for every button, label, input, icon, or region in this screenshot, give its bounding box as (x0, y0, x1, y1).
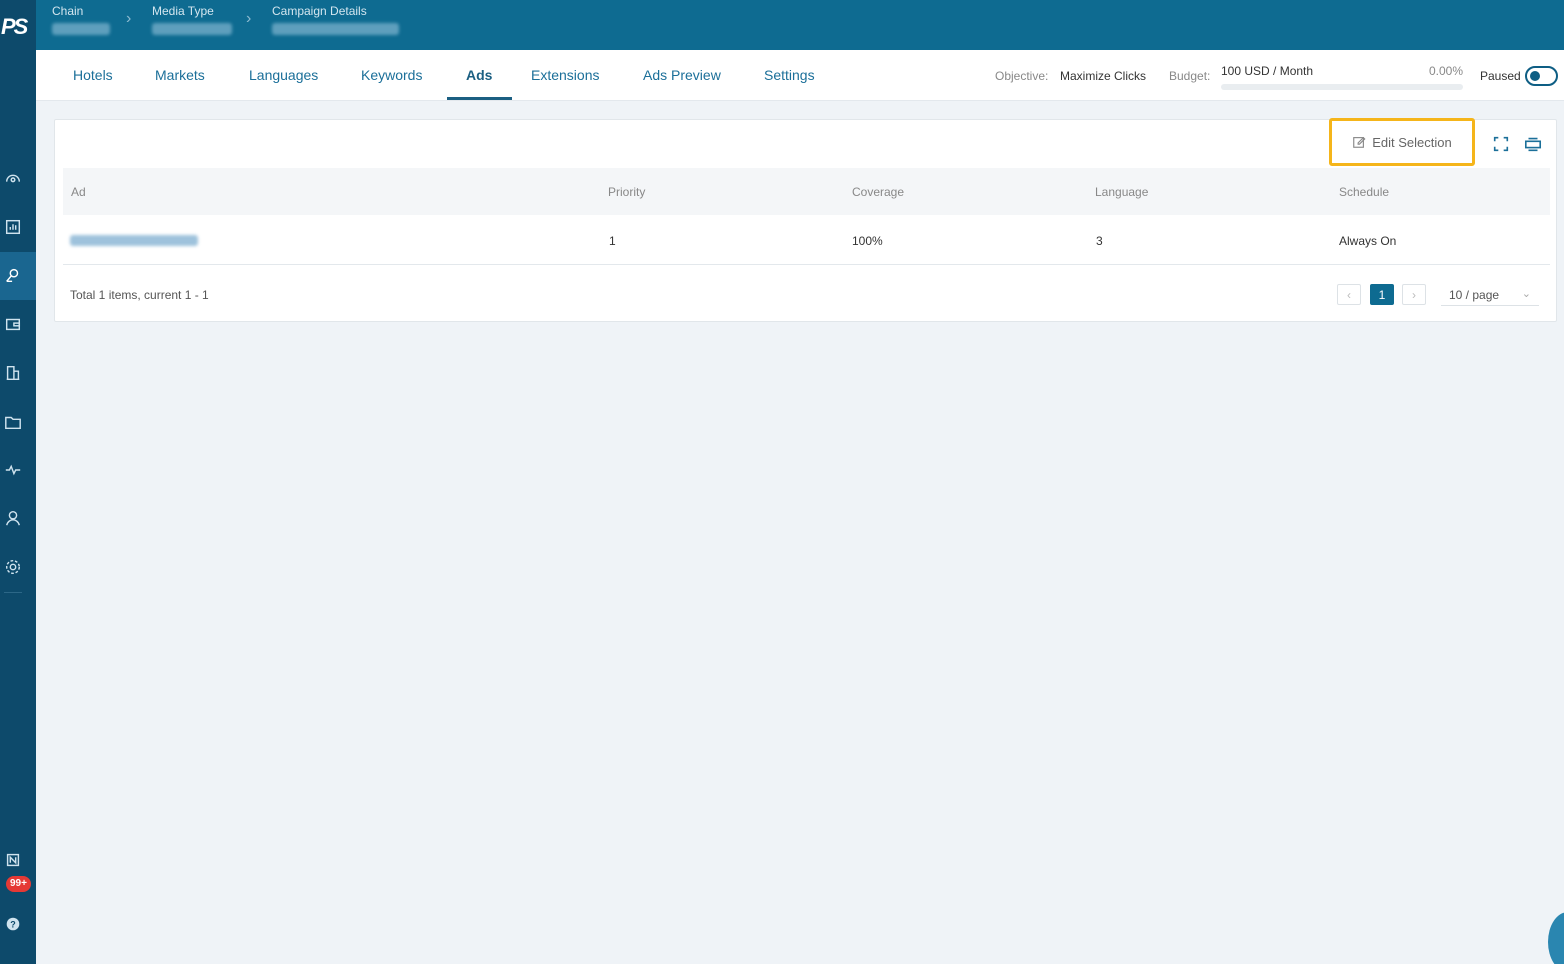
column-header-priority[interactable]: Priority (608, 185, 645, 199)
tab-keywords[interactable]: Keywords (361, 67, 422, 83)
app-logo: PS (1, 14, 28, 39)
edit-selection-label: Edit Selection (1372, 134, 1452, 150)
edit-selection-button[interactable]: Edit Selection (1329, 118, 1475, 166)
breadcrumb-chain[interactable]: Chain (52, 4, 110, 35)
breadcrumb-media-type[interactable]: Media Type (152, 4, 232, 35)
header-bar: Chain › Media Type › Campaign Details (36, 0, 1564, 50)
paused-toggle[interactable] (1525, 66, 1558, 86)
wallet-icon[interactable] (2, 313, 24, 335)
reports-icon[interactable] (2, 216, 24, 238)
column-header-coverage[interactable]: Coverage (852, 185, 904, 199)
pagination-summary: Total 1 items, current 1 - 1 (70, 288, 209, 302)
tab-markets[interactable]: Markets (155, 67, 205, 83)
campaigns-icon[interactable] (2, 264, 24, 286)
dashboard-icon[interactable] (2, 167, 24, 189)
objective-value: Maximize Clicks (1060, 69, 1147, 83)
breadcrumb-media-type-value-redacted (152, 23, 232, 35)
edit-icon (1353, 136, 1366, 148)
budget-percent: 0.00% (1429, 64, 1464, 78)
budget-progress-bar (1221, 84, 1463, 90)
sidebar: PS 99+ ? (0, 0, 36, 964)
chevron-right-icon: › (126, 10, 132, 27)
news-icon[interactable] (2, 849, 24, 871)
breadcrumb-campaign-details[interactable]: Campaign Details (272, 4, 399, 35)
status-label: Paused (1480, 69, 1521, 83)
cell-language: 3 (1096, 234, 1103, 248)
chat-help-bubble[interactable] (1548, 912, 1564, 964)
breadcrumb-chain-value-redacted (52, 23, 110, 35)
objective-label: Objective: (995, 69, 1049, 83)
svg-text:?: ? (10, 920, 16, 930)
cell-coverage: 100% (852, 234, 883, 248)
toggle-knob (1530, 71, 1540, 81)
column-header-schedule[interactable]: Schedule (1339, 185, 1389, 199)
fullscreen-icon[interactable] (1491, 134, 1511, 154)
next-page-button[interactable]: › (1402, 284, 1426, 305)
sidebar-divider (4, 592, 22, 593)
breadcrumb-chain-label: Chain (52, 4, 84, 18)
column-header-ad[interactable]: Ad (71, 185, 86, 199)
table-row[interactable]: 1 100% 3 Always On (63, 216, 1550, 265)
user-icon[interactable] (2, 507, 24, 529)
tab-bar: Hotels Markets Languages Keywords Ads Ex… (36, 50, 1564, 101)
chevron-left-icon: ‹ (1347, 287, 1351, 302)
tab-ads-preview[interactable]: Ads Preview (643, 67, 721, 83)
chevron-right-icon: › (246, 10, 252, 27)
settings-gear-icon[interactable] (2, 556, 24, 578)
column-settings-icon[interactable] (1523, 134, 1543, 154)
active-tab-indicator (447, 97, 512, 100)
tab-ads[interactable]: Ads (466, 67, 492, 83)
budget-value: 100 USD / Month (1221, 64, 1314, 78)
column-header-language[interactable]: Language (1095, 185, 1148, 199)
cell-priority: 1 (609, 234, 616, 248)
breadcrumb-media-type-label: Media Type (152, 4, 214, 18)
notification-badge[interactable]: 99+ (6, 876, 31, 892)
tab-settings[interactable]: Settings (764, 67, 815, 83)
table-header: Ad Priority Coverage Language Schedule (63, 168, 1550, 215)
tab-languages[interactable]: Languages (249, 67, 318, 83)
chevron-down-icon: ⌄ (1521, 288, 1531, 300)
page-button-current[interactable]: 1 (1370, 284, 1394, 305)
hotels-icon[interactable] (2, 362, 24, 384)
page-size-value: 10 / page (1449, 288, 1500, 302)
budget-label: Budget: (1169, 69, 1211, 83)
tab-hotels[interactable]: Hotels (73, 67, 113, 83)
activity-icon[interactable] (2, 459, 24, 481)
tab-extensions[interactable]: Extensions (531, 67, 599, 83)
ads-table-card: Edit Selection Ad Priority Coverage Lang… (54, 118, 1557, 322)
cell-schedule: Always On (1339, 234, 1397, 248)
page-size-select[interactable]: 10 / page ⌄ (1441, 284, 1539, 306)
chevron-right-icon: › (1412, 287, 1416, 302)
folder-icon[interactable] (2, 411, 24, 433)
breadcrumb-campaign-details-label: Campaign Details (272, 4, 367, 18)
help-icon[interactable]: ? (2, 913, 24, 935)
breadcrumb-campaign-value-redacted (272, 23, 399, 35)
prev-page-button[interactable]: ‹ (1337, 284, 1361, 305)
ad-name-redacted[interactable] (70, 235, 198, 246)
